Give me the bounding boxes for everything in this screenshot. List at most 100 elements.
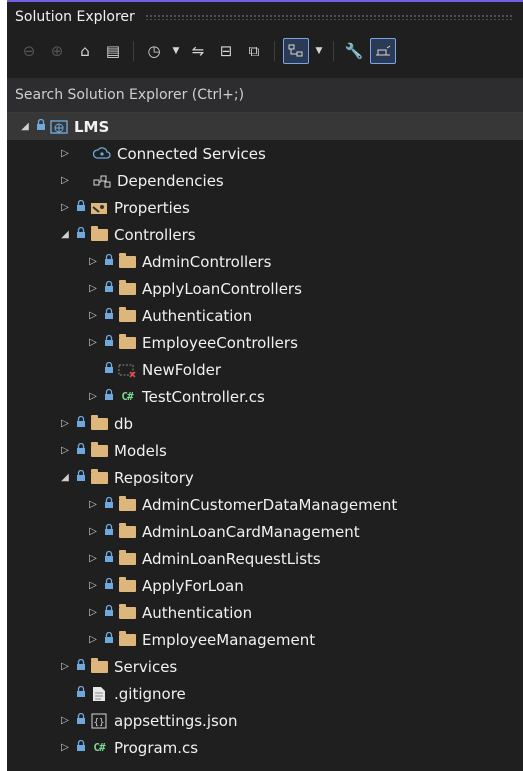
tree-item-new-folder[interactable]: NewFolder	[7, 356, 523, 383]
expand-arrow-icon[interactable]: ▷	[59, 175, 71, 186]
tree-item-repository[interactable]: ◢ Repository	[7, 464, 523, 491]
tree-item-label: Dependencies	[117, 171, 224, 190]
csharp-file-icon: C#	[121, 390, 133, 403]
collapse-arrow-icon[interactable]: ◢	[59, 229, 71, 240]
expand-arrow-icon[interactable]: ▷	[87, 337, 99, 348]
tree-view-icon[interactable]	[283, 38, 309, 64]
tree-item-apply-loan-controllers[interactable]: ▷ ApplyLoanControllers	[7, 275, 523, 302]
expand-arrow-icon[interactable]: ▷	[87, 283, 99, 294]
switch-views-icon[interactable]: ▤	[101, 39, 125, 63]
sync-with-active-document-icon[interactable]: ⇋	[186, 39, 210, 63]
tree-item-appsettings[interactable]: ▷ {} appsettings.json	[7, 707, 523, 734]
tree-item-label: AdminLoanRequestLists	[142, 549, 321, 568]
tree-item-dependencies[interactable]: ▷ Dependencies	[7, 167, 523, 194]
folder-icon	[118, 603, 136, 621]
expand-arrow-icon[interactable]: ▷	[59, 742, 71, 753]
tree-item-properties[interactable]: ▷ Properties	[7, 194, 523, 221]
collapse-arrow-icon[interactable]: ◢	[19, 121, 31, 132]
expand-arrow-icon[interactable]: ▷	[87, 553, 99, 564]
tree-item-admin-customer-data-management[interactable]: ▷ AdminCustomerDataManagement	[7, 491, 523, 518]
expand-arrow-icon[interactable]: ▷	[87, 391, 99, 402]
toolbar-separator	[274, 41, 275, 61]
tree-item-label: EmployeeManagement	[142, 630, 316, 649]
expand-arrow-icon[interactable]: ▷	[59, 202, 71, 213]
tree-item-connected-services[interactable]: ▷ Connected Services	[7, 140, 523, 167]
tree-item-employee-controllers[interactable]: ▷ EmployeeControllers	[7, 329, 523, 356]
folder-icon	[118, 495, 136, 513]
tree-item-label: TestController.cs	[142, 387, 265, 406]
chevron-down-icon[interactable]: ▼	[313, 46, 325, 56]
collapse-arrow-icon[interactable]: ◢	[59, 472, 71, 483]
tree-item-services[interactable]: ▷ Services	[7, 653, 523, 680]
home-icon[interactable]: ⌂	[73, 39, 97, 63]
tree-item-label: Authentication	[142, 306, 253, 325]
expand-arrow-icon[interactable]: ▷	[87, 634, 99, 645]
lock-icon	[104, 335, 114, 347]
folder-icon	[118, 522, 136, 540]
lock-icon	[76, 659, 86, 671]
tree-item-lms[interactable]: ◢ LMS	[7, 113, 523, 140]
tree-item-label: EmployeeControllers	[142, 333, 298, 352]
tree-item-program[interactable]: ▷ C# Program.cs	[7, 734, 523, 761]
title-grip	[144, 14, 513, 20]
lock-icon	[104, 389, 114, 401]
show-all-files-icon[interactable]: ⧉	[242, 39, 266, 63]
dependencies-icon	[93, 173, 111, 189]
expand-arrow-icon[interactable]: ▷	[87, 580, 99, 591]
tree-item-repo-authentication[interactable]: ▷ Authentication	[7, 599, 523, 626]
folder-icon	[118, 279, 136, 297]
lock-icon	[76, 470, 86, 482]
lock-icon	[104, 605, 114, 617]
text-file-icon	[90, 686, 108, 702]
lock-icon	[104, 281, 114, 293]
tree-item-admin-loan-card-management[interactable]: ▷ AdminLoanCardManagement	[7, 518, 523, 545]
tree-item-apply-for-loan[interactable]: ▷ ApplyForLoan	[7, 572, 523, 599]
expand-arrow-icon[interactable]: ▷	[87, 256, 99, 267]
lock-icon	[104, 497, 114, 509]
search-input[interactable]: Search Solution Explorer (Ctrl+;)	[7, 78, 523, 113]
back-icon[interactable]: ⊖	[17, 39, 41, 63]
expand-arrow-icon[interactable]: ▷	[87, 310, 99, 321]
tree-item-db[interactable]: ▷ db	[7, 410, 523, 437]
expand-arrow-icon[interactable]: ▷	[59, 661, 71, 672]
tree-item-label: Connected Services	[117, 144, 266, 163]
web-project-icon	[50, 119, 68, 135]
collapse-all-icon[interactable]: ⊟	[214, 39, 238, 63]
tree-item-controllers[interactable]: ◢ Controllers	[7, 221, 523, 248]
lock-icon	[36, 119, 46, 131]
pending-changes-filter-icon[interactable]: ◷	[142, 39, 166, 63]
expand-arrow-icon[interactable]: ▷	[87, 499, 99, 510]
preview-selected-items-icon[interactable]	[370, 38, 396, 64]
tree-item-authentication[interactable]: ▷ Authentication	[7, 302, 523, 329]
tree-item-label: Authentication	[142, 603, 253, 622]
tree-item-admin-loan-request-lists[interactable]: ▷ AdminLoanRequestLists	[7, 545, 523, 572]
folder-icon	[118, 333, 136, 351]
tree-item-label: appsettings.json	[114, 711, 238, 730]
tree-item-employee-management[interactable]: ▷ EmployeeManagement	[7, 626, 523, 653]
toolbar-separator	[333, 41, 334, 61]
tree-item-label: Repository	[114, 468, 194, 487]
tree-item-models[interactable]: ▷ Models	[7, 437, 523, 464]
expand-arrow-icon[interactable]: ▷	[59, 715, 71, 726]
tree-item-admin-controllers[interactable]: ▷ AdminControllers	[7, 248, 523, 275]
lock-icon	[104, 254, 114, 266]
tree-item-gitignore[interactable]: .gitignore	[7, 680, 523, 707]
expand-arrow-icon[interactable]: ▷	[87, 607, 99, 618]
toolbar: ⊖ ⊕ ⌂ ▤ ◷ ▼ ⇋ ⊟ ⧉ ▼ 🔧	[7, 32, 523, 70]
forward-icon[interactable]: ⊕	[45, 39, 69, 63]
lock-icon	[76, 740, 86, 752]
properties-wrench-icon[interactable]: 🔧	[342, 39, 366, 63]
panel-title: Solution Explorer	[15, 9, 135, 25]
expand-arrow-icon[interactable]: ▷	[59, 148, 71, 159]
folder-icon	[90, 441, 108, 459]
tree-item-test-controller[interactable]: ▷ C# TestController.cs	[7, 383, 523, 410]
chevron-down-icon[interactable]: ▼	[170, 46, 182, 56]
tree-item-label: NewFolder	[142, 360, 222, 379]
expand-arrow-icon[interactable]: ▷	[87, 526, 99, 537]
tree-item-label: Controllers	[114, 225, 196, 244]
folder-icon	[90, 414, 108, 432]
lock-icon	[76, 200, 86, 212]
expand-arrow-icon[interactable]: ▷	[59, 445, 71, 456]
panel-title-bar[interactable]: Solution Explorer	[7, 2, 523, 32]
expand-arrow-icon[interactable]: ▷	[59, 418, 71, 429]
